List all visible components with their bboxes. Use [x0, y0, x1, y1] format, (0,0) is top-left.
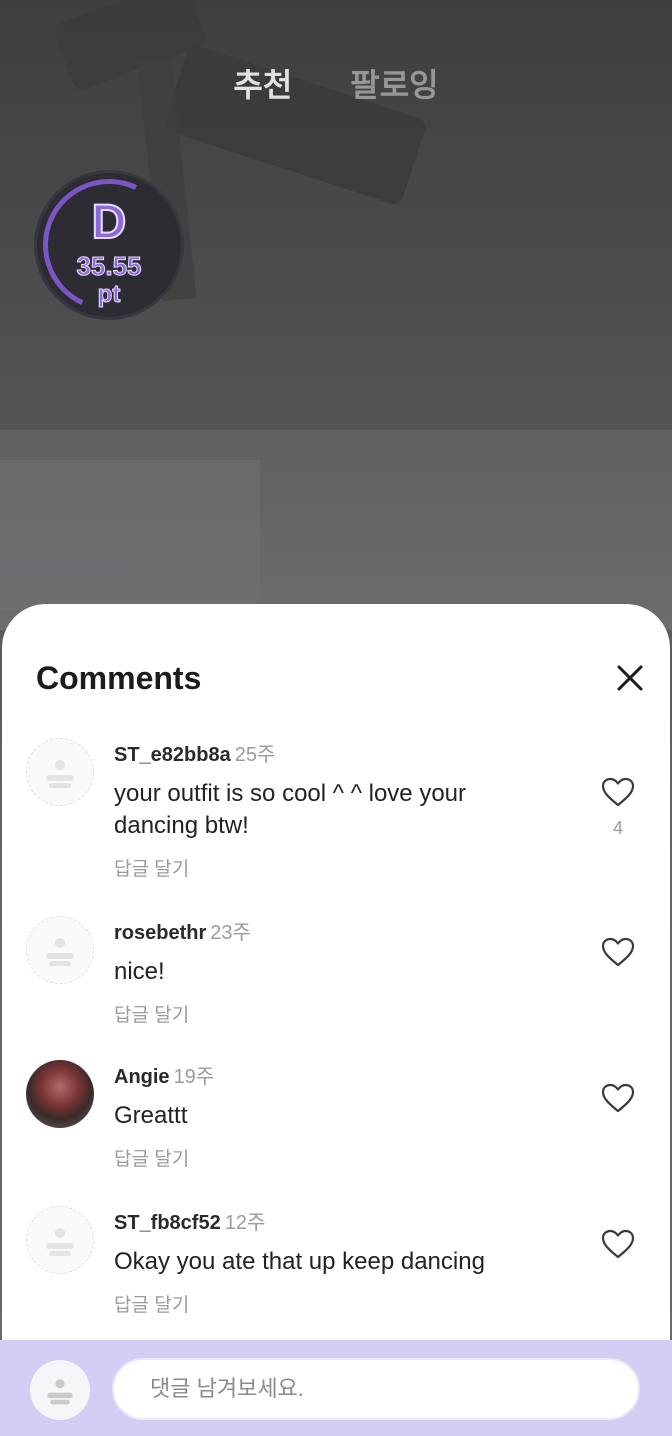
- user-avatar-photo[interactable]: [26, 1060, 94, 1128]
- like-button[interactable]: [600, 1082, 636, 1114]
- like-count: 4: [612, 818, 623, 838]
- default-avatar-icon: [47, 1379, 73, 1405]
- user-avatar[interactable]: [26, 1206, 94, 1274]
- comment-input[interactable]: [112, 1358, 640, 1420]
- score-grade: D: [91, 195, 128, 250]
- reply-button[interactable]: 답글 달기: [114, 1000, 189, 1027]
- score-unit: pt: [97, 281, 121, 309]
- comment-time: 12주: [224, 1212, 266, 1234]
- tab-following[interactable]: 팔로잉: [350, 60, 438, 106]
- heart-icon: [601, 1229, 635, 1259]
- close-icon: [617, 665, 643, 691]
- heart-icon: [601, 937, 635, 967]
- comment-username[interactable]: Angie: [114, 1066, 170, 1088]
- reply-button[interactable]: 답글 달기: [114, 854, 189, 881]
- my-avatar[interactable]: [30, 1360, 90, 1420]
- comment-username[interactable]: ST_e82bb8a: [114, 744, 231, 766]
- like-button[interactable]: [600, 936, 636, 968]
- heart-icon: [601, 1083, 635, 1113]
- comment-text: Greattt: [114, 1102, 188, 1129]
- comments-header: Comments: [2, 604, 670, 714]
- comment-meta: Angie 19주: [114, 1060, 214, 1089]
- comment-text: your outfit is so cool ^ ^ love your dan…: [114, 780, 467, 839]
- default-avatar-icon: [46, 760, 74, 788]
- heart-icon: [601, 777, 635, 807]
- comment-meta: ST_e82bb8a 25주: [114, 738, 275, 767]
- comment-time: 23주: [210, 922, 251, 944]
- default-avatar-icon: [46, 938, 74, 966]
- comments-sheet: Comments ST_e82bb8a 25주 your outfit is so…: [2, 604, 670, 1436]
- dance-score-badge[interactable]: D 35.55 pt: [24, 160, 194, 330]
- comment-time: 25주: [234, 744, 276, 766]
- tab-recommended[interactable]: 추천: [233, 60, 292, 106]
- score-value: 35.55: [76, 251, 142, 282]
- comment-meta: rosebethr 23주: [114, 916, 251, 945]
- comment-time: 19주: [173, 1066, 215, 1088]
- comment-text: nice!: [114, 958, 165, 985]
- feed-tabs: 추천 팔로잉: [0, 60, 672, 106]
- user-avatar[interactable]: [26, 738, 94, 806]
- user-avatar[interactable]: [26, 916, 94, 984]
- comment-text: Okay you ate that up keep dancing: [114, 1248, 485, 1275]
- background-object: [0, 460, 260, 610]
- comments-title: Comments: [36, 660, 202, 696]
- comment-meta: ST_fb8cf52 12주: [114, 1206, 265, 1235]
- like-button[interactable]: [600, 1228, 636, 1260]
- comment-input-bar: [0, 1340, 672, 1436]
- comment-username[interactable]: rosebethr: [114, 922, 206, 944]
- like-button[interactable]: [600, 776, 636, 808]
- reply-button[interactable]: 답글 달기: [114, 1144, 189, 1171]
- comment-username[interactable]: ST_fb8cf52: [114, 1212, 221, 1234]
- default-avatar-icon: [46, 1228, 74, 1256]
- close-button[interactable]: [612, 660, 648, 696]
- reply-button[interactable]: 답글 달기: [114, 1290, 189, 1317]
